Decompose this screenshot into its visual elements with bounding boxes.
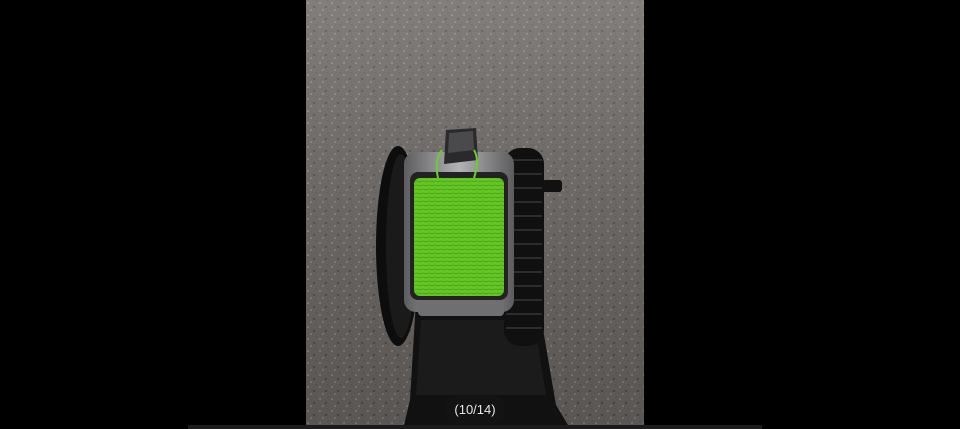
fishing-reel-photo[interactable] bbox=[306, 0, 644, 425]
image-counter: (10/14) bbox=[446, 396, 504, 424]
bottom-scrollbar[interactable] bbox=[188, 425, 762, 429]
image-viewer: (10/14) bbox=[0, 0, 960, 429]
